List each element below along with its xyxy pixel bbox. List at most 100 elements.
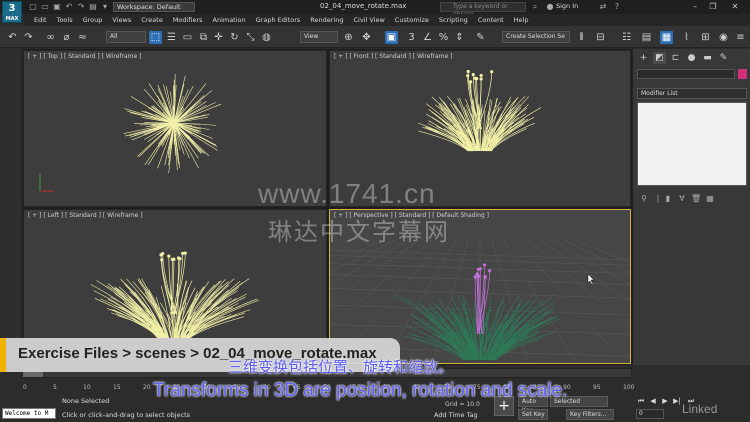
object-name-field[interactable] (637, 69, 735, 79)
menu-content[interactable]: Content (478, 16, 504, 24)
modifier-list-dropdown[interactable]: Modifier List (637, 88, 747, 99)
current-frame-field[interactable]: 0 (636, 409, 664, 419)
maxscript-listener[interactable]: Welcome to M (2, 408, 56, 419)
bind-spacewarp-icon[interactable]: ≈ (76, 31, 89, 44)
undo-icon[interactable]: ↶ (64, 2, 74, 12)
show-end-result-icon[interactable]: ▮ (663, 194, 673, 204)
display-tab-icon[interactable]: ▬ (701, 52, 714, 64)
previous-frame-icon[interactable]: ◀ (648, 396, 658, 406)
timeline-tick-label: 10 (83, 384, 91, 391)
remove-modifier-icon[interactable]: 🗑 (691, 194, 701, 204)
select-move-icon[interactable]: ✛ (212, 31, 225, 44)
schematic-view-icon[interactable]: ⊞ (699, 31, 712, 44)
snaps-toggle-icon[interactable]: 3 (405, 31, 418, 44)
set-key-button[interactable]: Set Key (518, 409, 548, 420)
link-icon[interactable]: ∞ (44, 31, 57, 44)
mirror-icon[interactable]: ⫴ (575, 31, 588, 44)
sign-in-link[interactable]: Sign In (556, 2, 578, 10)
redo-icon[interactable]: ↷ (76, 2, 86, 12)
save-icon[interactable]: ▣ (52, 2, 62, 12)
window-crossing-icon[interactable]: ⧉ (197, 31, 210, 44)
menu-group[interactable]: Group (83, 16, 103, 24)
user-icon[interactable]: ● (545, 2, 555, 12)
new-file-icon[interactable]: ▢ (28, 2, 38, 12)
select-by-name-icon[interactable]: ☰ (165, 31, 178, 44)
close-icon[interactable]: ✕ (728, 1, 742, 13)
menu-civil-view[interactable]: Civil View (353, 16, 384, 24)
key-filters-button[interactable]: Key Filters... (566, 409, 614, 420)
keyboard-shortcut-toggle-icon[interactable]: ▣ (385, 31, 398, 44)
binoculars-icon[interactable]: ⌕ (530, 2, 540, 12)
menu-views[interactable]: Views (112, 16, 131, 24)
viewport-perspective-label[interactable]: [ + ] [ Perspective ] [ Standard ] [ Def… (334, 212, 489, 219)
workspace-dropdown[interactable]: Workspace: Default (113, 2, 195, 12)
search-input[interactable]: Type a keyword or phrase (440, 2, 526, 18)
grid-readout: Grid = 10.0 (445, 401, 480, 408)
viewport-front-label[interactable]: [ + ] [ Front ] [ Standard ] [ Wireframe… (334, 53, 453, 60)
utilities-tab-icon[interactable]: ✎ (717, 52, 730, 64)
percent-snap-icon[interactable]: % (437, 31, 450, 44)
select-manipulate-icon[interactable]: ✥ (360, 31, 373, 44)
unlink-icon[interactable]: ⌀ (60, 31, 73, 44)
undo-icon[interactable]: ↶ (6, 31, 19, 44)
menu-customize[interactable]: Customize (395, 16, 429, 24)
layer-explorer-icon[interactable]: ▤ (640, 31, 653, 44)
selection-filter-dropdown[interactable]: All (106, 31, 146, 43)
make-unique-icon[interactable]: ∀ (677, 194, 687, 204)
rect-selection-icon[interactable]: ▭ (181, 31, 194, 44)
add-time-tag-button[interactable]: Add Time Tag (434, 411, 478, 419)
title-bar: 3 MAX ▢ ▭ ▣ ↶ ↷ ▤ ▾ Workspace: Default 02… (0, 0, 750, 23)
pin-stack-icon[interactable]: ⚲ (639, 194, 649, 204)
menu-edit[interactable]: Edit (34, 16, 47, 24)
viewport-top-label[interactable]: [ + ] [ Top ] [ Standard ] [ Wireframe ] (28, 53, 141, 60)
watermark-url: www.1741.cn (258, 178, 436, 209)
select-rotate-icon[interactable]: ↻ (228, 31, 241, 44)
render-setup-icon[interactable]: ≡ (734, 31, 747, 44)
menu-graph-editors[interactable]: Graph Editors (256, 16, 301, 24)
named-selection-set-dropdown[interactable]: Create Selection Se (502, 31, 570, 43)
go-to-start-icon[interactable]: ⏮ (636, 396, 646, 406)
modify-tab-icon[interactable]: ◩ (653, 52, 666, 64)
menu-rendering[interactable]: Rendering (310, 16, 343, 24)
configure-sets-icon[interactable]: ▦ (705, 194, 715, 204)
menu-scripting[interactable]: Scripting (439, 16, 468, 24)
open-file-icon[interactable]: ▭ (40, 2, 50, 12)
reference-coordinate-dropdown[interactable]: View (300, 31, 338, 43)
material-editor-icon[interactable]: ◉ (717, 31, 730, 44)
object-color-swatch[interactable] (738, 69, 747, 79)
spinner-snap-icon[interactable]: ⇕ (453, 31, 466, 44)
pivot-center-icon[interactable]: ⊕ (342, 31, 355, 44)
menu-tools[interactable]: Tools (57, 16, 73, 24)
scene-explorer-icon[interactable]: ☷ (620, 31, 633, 44)
select-object-icon[interactable]: ⬚ (149, 31, 162, 44)
timeline-tick-label: 95 (593, 384, 601, 391)
angle-snap-icon[interactable]: ∠ (421, 31, 434, 44)
minimize-icon[interactable]: – (688, 1, 702, 13)
ribbon-toggle-icon[interactable]: ▦ (660, 31, 673, 44)
app-logo[interactable]: 3 MAX (2, 1, 22, 23)
play-icon[interactable]: ▶ (660, 396, 670, 406)
timeline-tick-label: 5 (53, 384, 57, 391)
hierarchy-tab-icon[interactable]: ⊏ (669, 52, 682, 64)
create-tab-icon[interactable]: + (637, 52, 650, 64)
motion-tab-icon[interactable]: ● (685, 52, 698, 64)
menu-animation[interactable]: Animation (213, 16, 246, 24)
redo-icon[interactable]: ↷ (22, 31, 35, 44)
maximize-icon[interactable]: ❐ (706, 1, 720, 13)
modifier-stack[interactable] (637, 102, 747, 186)
curve-editor-icon[interactable]: ⌇ (680, 31, 693, 44)
exchange-icon[interactable]: ⇄ (598, 2, 608, 12)
select-scale-icon[interactable]: ⤡ (244, 31, 257, 44)
help-icon[interactable]: ? (612, 2, 622, 12)
select-place-icon[interactable]: ◍ (260, 31, 273, 44)
menu-modifiers[interactable]: Modifiers (173, 16, 203, 24)
edit-named-selection-icon[interactable]: ✎ (474, 31, 487, 44)
prompt-line: Click or click-and-drag to select object… (62, 411, 191, 419)
menu-help[interactable]: Help (514, 16, 529, 24)
qa-dropdown-icon[interactable]: ▾ (100, 2, 110, 12)
project-folder-icon[interactable]: ▤ (88, 2, 98, 12)
menu-create[interactable]: Create (141, 16, 163, 24)
align-icon[interactable]: ⊟ (594, 31, 607, 44)
viewport-left-label[interactable]: [ + ] [ Left ] [ Standard ] [ Wireframe … (28, 212, 143, 219)
next-frame-icon[interactable]: ▶| (672, 396, 682, 406)
